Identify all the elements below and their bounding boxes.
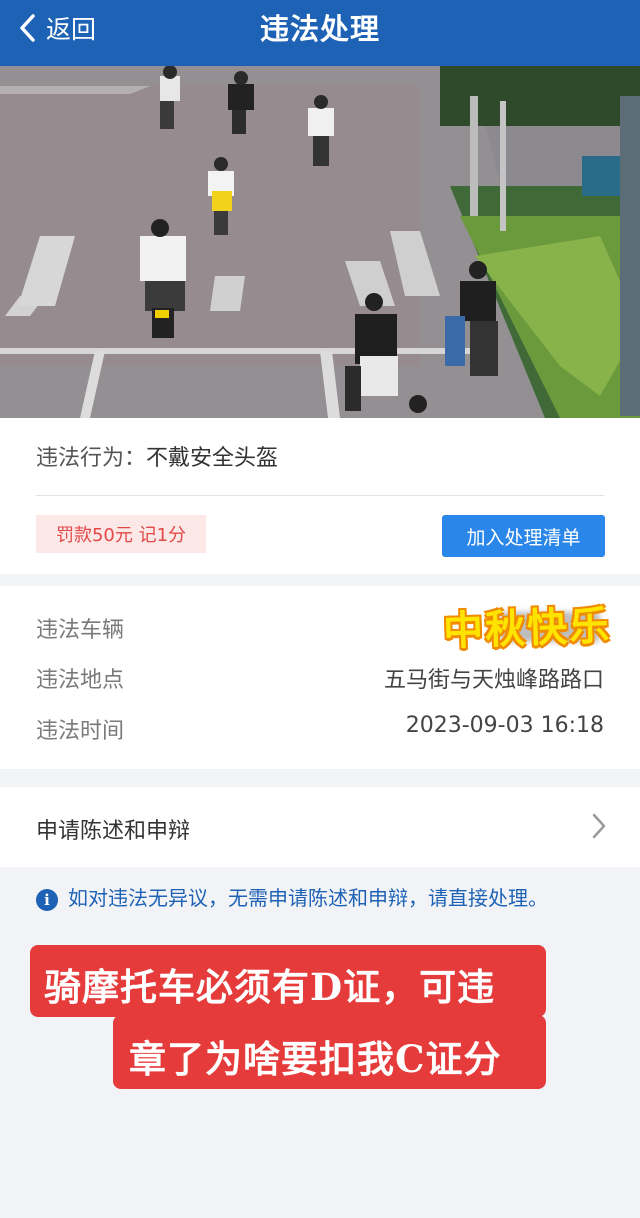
time-label: 违法时间 xyxy=(36,719,125,744)
fine-badge: 罚款50元 记1分 xyxy=(36,515,206,553)
divider xyxy=(36,495,604,496)
vehicle-label: 违法车辆 xyxy=(36,618,125,643)
behavior-label: 违法行为： xyxy=(36,446,147,471)
page-title: 违法处理 xyxy=(259,12,380,46)
chevron-right-icon xyxy=(592,813,606,843)
violation-behavior: 违法行为：不戴安全头盔 xyxy=(36,440,278,472)
time-value: 2023-09-03 16:18 xyxy=(405,713,604,738)
info-note: 如对违法无异议，无需申请陈述和申辩，请直接处理。 xyxy=(68,886,548,910)
caption-banner-2: 章了为啥要扣我C证分 xyxy=(113,1015,546,1089)
appeal-row[interactable]: 申请陈述和申辩 xyxy=(0,787,640,867)
appeal-label: 申请陈述和申辩 xyxy=(36,819,191,844)
mid-autumn-sticker: 中秋快乐 xyxy=(442,602,612,655)
location-label: 违法地点 xyxy=(36,668,125,693)
violation-photo[interactable] xyxy=(0,66,640,418)
info-icon: i xyxy=(36,889,58,911)
caption-line-1: 骑摩托车必须有D证，可违 xyxy=(44,965,496,1009)
caption-line-2: 章了为啥要扣我C证分 xyxy=(129,1037,502,1081)
caption-banner-1: 骑摩托车必须有D证，可违 xyxy=(30,945,546,1017)
add-to-list-button[interactable]: 加入处理清单 xyxy=(442,515,605,557)
top-nav-bar: 返回 违法处理 xyxy=(0,0,640,66)
behavior-value: 不戴安全头盔 xyxy=(146,446,279,471)
location-value: 五马街与天烛峰路路口 xyxy=(383,668,604,693)
